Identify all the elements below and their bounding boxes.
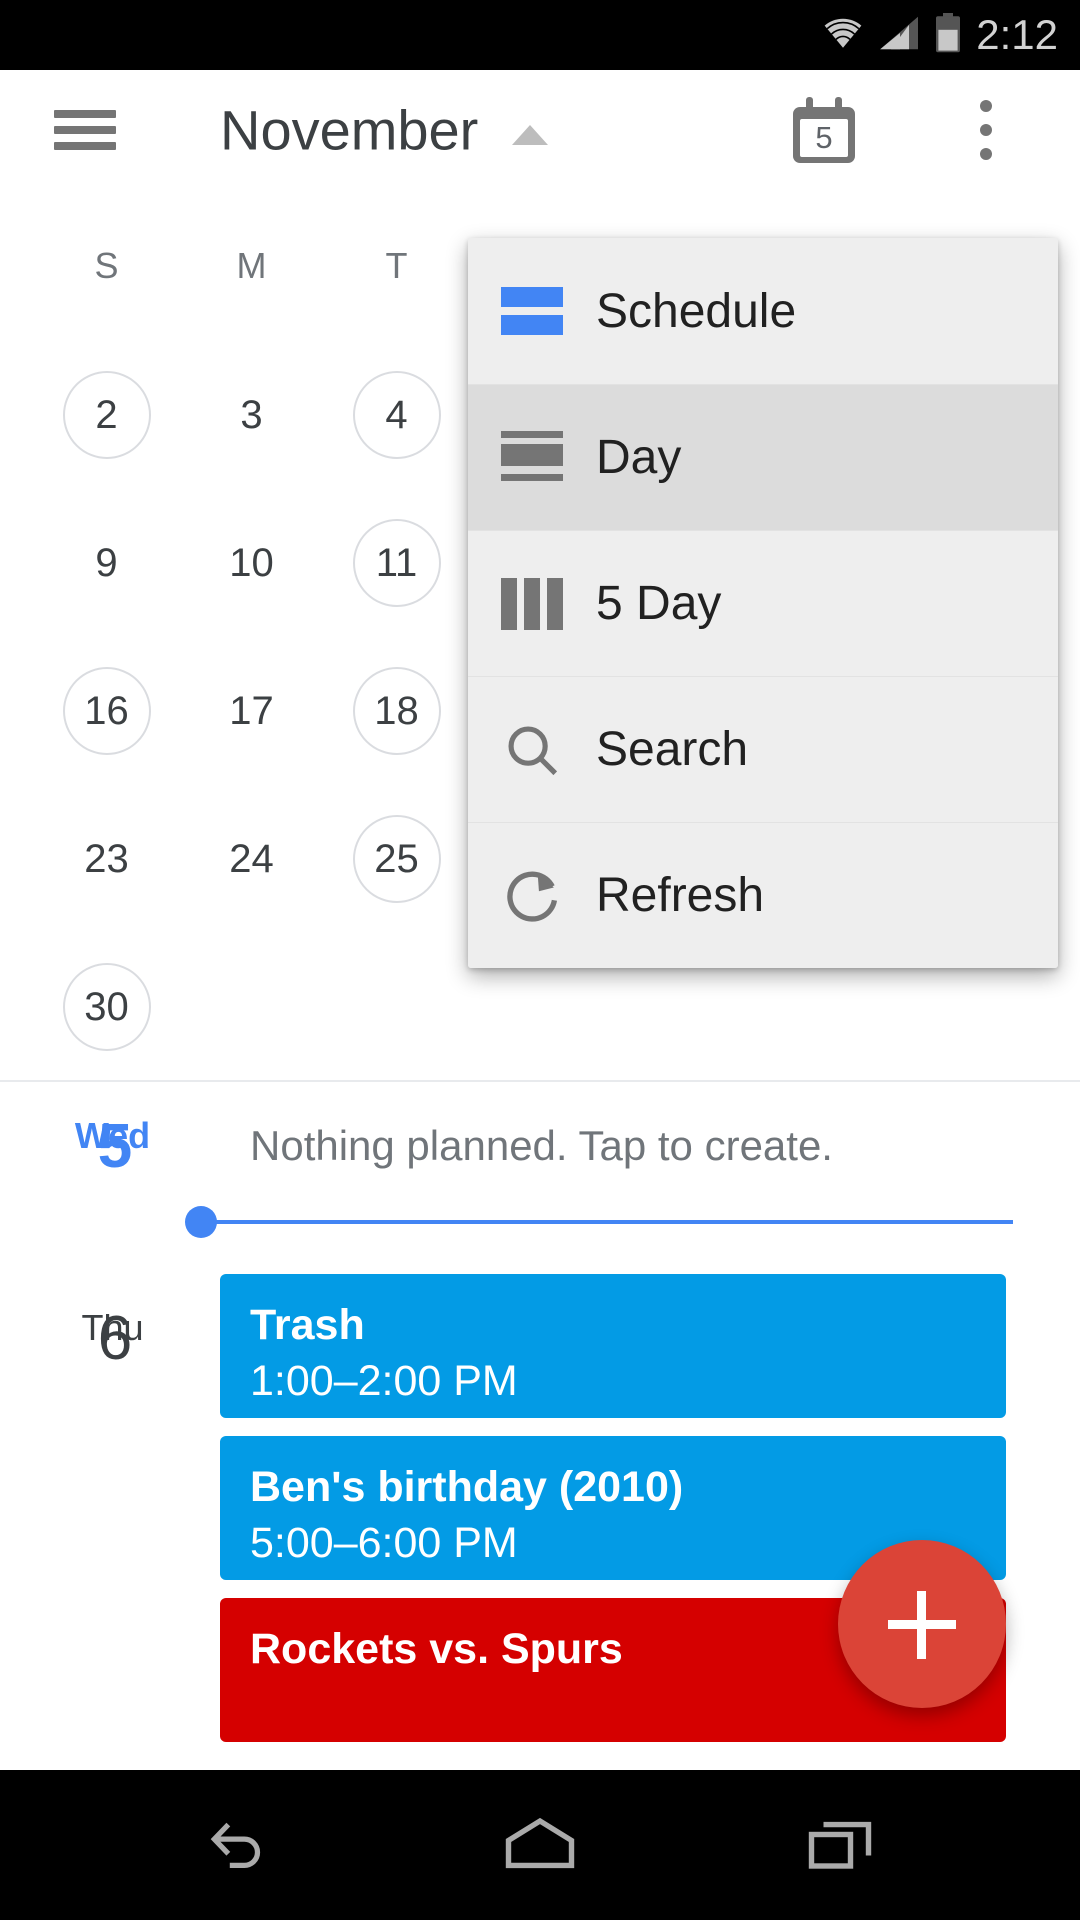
refresh-icon <box>468 823 596 969</box>
calendar-today-number: 5 <box>800 119 848 157</box>
event-title: Trash <box>250 1301 365 1349</box>
schedule-day-row: 5 Wed Nothing planned. Tap to create. <box>0 1082 1080 1274</box>
status-bar-clock: 2:12 <box>976 11 1058 58</box>
event-time: 1:00–2:00 PM <box>250 1357 518 1405</box>
view-menu-item-label: Refresh <box>596 869 765 922</box>
schedule-date-label[interactable]: 5 Wed <box>40 1114 190 1180</box>
view-menu-item-search[interactable]: Search <box>468 676 1058 822</box>
schedule-date-dayname: Thu <box>81 1307 144 1348</box>
month-day-cell[interactable]: 25 <box>324 799 469 919</box>
month-day-number: 11 <box>352 519 441 607</box>
cellular-signal-icon <box>880 15 920 56</box>
schedule-empty-message[interactable]: Nothing planned. Tap to create. <box>250 1122 833 1170</box>
month-day-cell[interactable]: 10 <box>179 503 324 623</box>
battery-icon <box>934 12 962 58</box>
view-menu-item-refresh[interactable]: Refresh <box>468 822 1058 968</box>
month-day-number: 2 <box>62 371 151 459</box>
month-day-number: 18 <box>352 667 441 755</box>
home-icon[interactable] <box>440 1770 640 1920</box>
current-time-dot <box>185 1206 217 1238</box>
month-day-cell[interactable]: 18 <box>324 651 469 771</box>
month-day-number: 24 <box>229 836 274 881</box>
five-day-view-icon <box>468 531 596 677</box>
schedule-date-label[interactable]: 6 Thu <box>40 1306 190 1372</box>
schedule-date-dayname: Wed <box>74 1115 151 1156</box>
view-menu-item-5-day[interactable]: 5 Day <box>468 530 1058 676</box>
wifi-icon <box>820 15 866 56</box>
overflow-menu-icon[interactable] <box>980 100 992 160</box>
month-day-cell[interactable]: 17 <box>179 651 324 771</box>
view-selector-menu: Schedule Day 5 Day Search Refresh <box>468 238 1058 968</box>
status-bar: 2:12 <box>0 0 1080 70</box>
view-menu-item-schedule[interactable]: Schedule <box>468 238 1058 384</box>
month-day-cell[interactable]: 4 <box>324 355 469 475</box>
view-menu-item-label: Schedule <box>596 284 797 338</box>
month-day-cell[interactable]: 23 <box>34 799 179 919</box>
schedule-view-icon <box>468 238 596 384</box>
month-day-number: 4 <box>352 371 441 459</box>
view-menu-item-label: 5 Day <box>596 577 722 630</box>
month-day-cell[interactable]: 30 <box>34 947 179 1067</box>
page-title[interactable]: November <box>220 98 478 163</box>
calendar-app-screen: 2:12 November 5 SMT 2 3 4 9 10 11 16 17 18 23 24 25… <box>0 0 1080 1920</box>
recents-icon[interactable] <box>740 1770 940 1920</box>
month-day-cell[interactable]: 3 <box>179 355 324 475</box>
status-bar-indicators: 2:12 <box>820 0 1058 70</box>
search-icon <box>468 677 596 823</box>
month-day-number: 16 <box>62 667 151 755</box>
month-day-number: 17 <box>229 688 274 733</box>
day-of-week-label: T <box>385 245 408 286</box>
month-day-cell[interactable]: 24 <box>179 799 324 919</box>
month-day-number: 3 <box>240 392 263 437</box>
create-event-fab[interactable] <box>838 1540 1006 1708</box>
month-day-number: 23 <box>84 836 129 881</box>
month-day-number: 9 <box>95 540 118 585</box>
system-navigation-bar <box>0 1770 1080 1920</box>
month-day-cell[interactable]: 11 <box>324 503 469 623</box>
day-of-week-label: S <box>94 245 119 286</box>
month-day-number: 10 <box>229 540 274 585</box>
view-menu-item-day[interactable]: Day <box>468 384 1058 530</box>
month-day-number: 25 <box>352 815 441 903</box>
month-day-cell[interactable]: 2 <box>34 355 179 475</box>
chevron-up-icon[interactable] <box>512 125 548 145</box>
calendar-today-icon[interactable]: 5 <box>793 97 855 163</box>
month-day-cell[interactable]: 9 <box>34 503 179 623</box>
event-title: Ben's birthday (2010) <box>250 1463 684 1511</box>
month-day-cell[interactable]: 16 <box>34 651 179 771</box>
view-menu-item-label: Day <box>596 431 682 484</box>
app-bar: November 5 <box>0 70 1080 190</box>
current-time-indicator <box>185 1206 1013 1238</box>
back-icon[interactable] <box>140 1770 340 1920</box>
calendar-event-block[interactable]: Trash 1:00–2:00 PM <box>220 1274 1006 1418</box>
day-view-icon <box>468 385 596 531</box>
view-menu-item-label: Search <box>596 723 749 776</box>
month-day-number: 30 <box>62 963 151 1051</box>
day-of-week-label: M <box>236 245 267 286</box>
hamburger-menu-icon[interactable] <box>54 108 116 152</box>
